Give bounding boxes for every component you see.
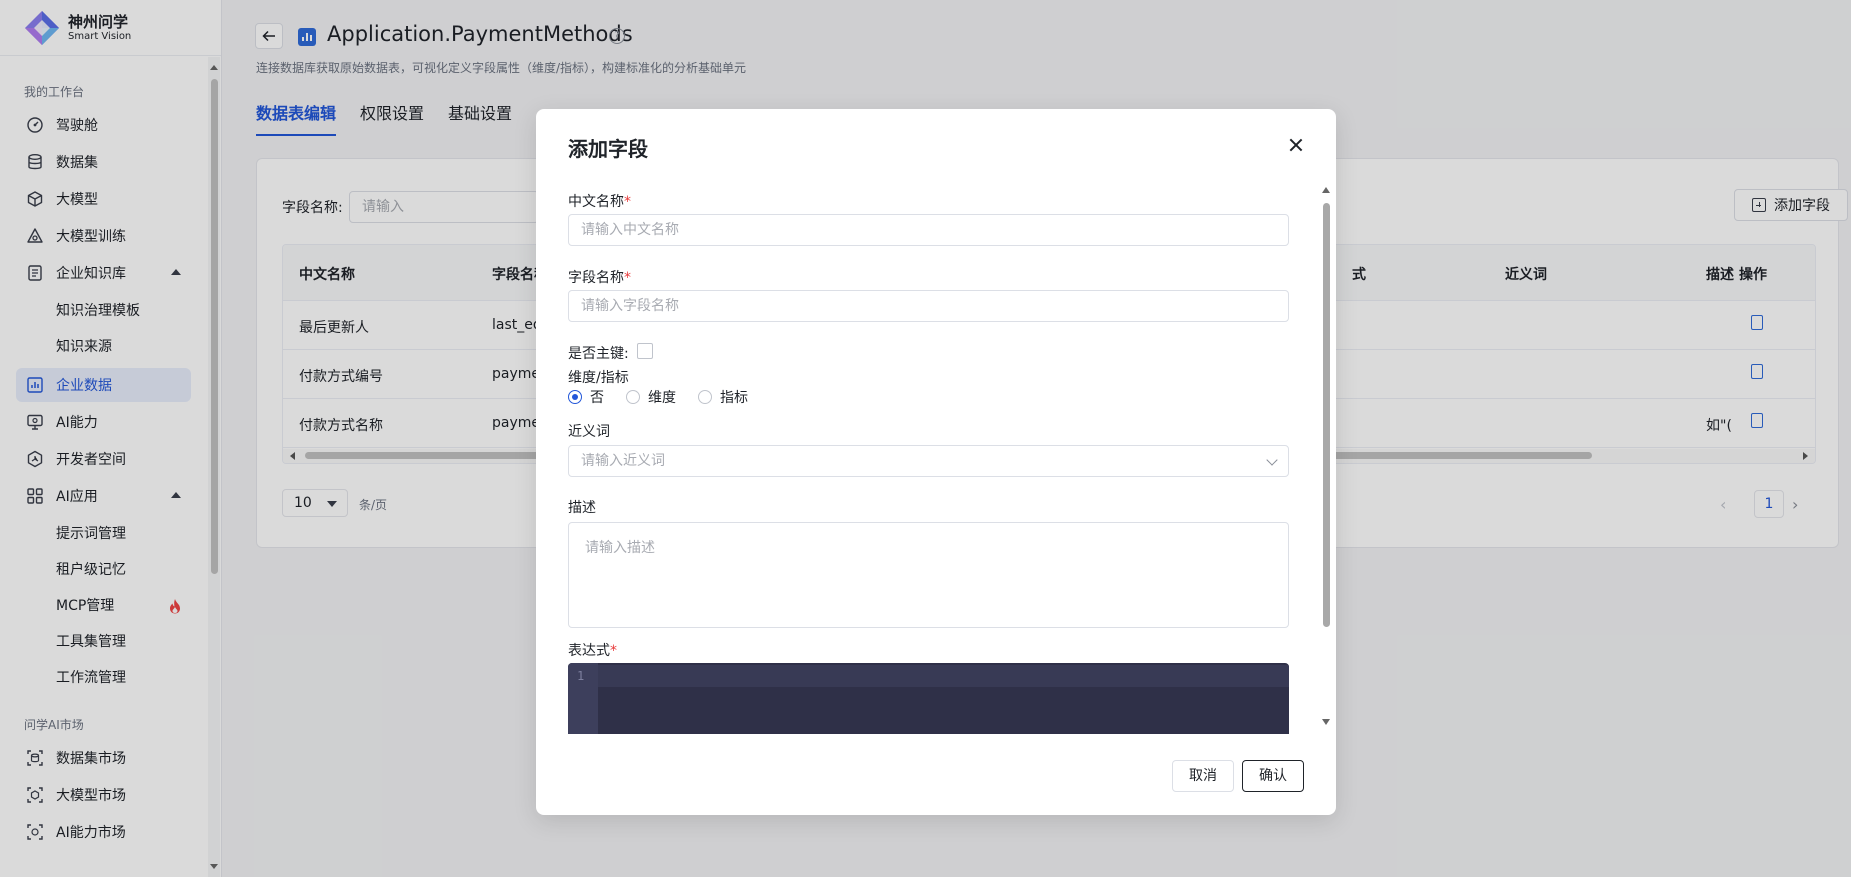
- cancel-button[interactable]: 取消: [1172, 760, 1234, 792]
- radio-dimension[interactable]: [626, 390, 640, 404]
- editor-line-number: 1: [577, 669, 585, 683]
- expression-label-text: 表达式: [568, 643, 610, 659]
- required-mark: *: [624, 194, 631, 210]
- primary-key-checkbox[interactable]: [637, 343, 653, 359]
- add-field-dialog: 添加字段 中文名称* 字段名称* 是否主键: 维度/指标 否 维度 指标 近义词…: [536, 109, 1336, 815]
- field-name-input[interactable]: [568, 290, 1289, 322]
- description-textarea[interactable]: [568, 522, 1289, 628]
- radio-no[interactable]: [568, 390, 582, 404]
- required-mark: *: [624, 270, 631, 286]
- synonym-label: 近义词: [568, 424, 610, 440]
- confirm-button[interactable]: 确认: [1242, 760, 1304, 792]
- synonym-placeholder: 请输入近义词: [581, 453, 665, 469]
- radio-metric-label[interactable]: 指标: [720, 387, 748, 407]
- radio-metric[interactable]: [698, 390, 712, 404]
- cn-name-input[interactable]: [568, 214, 1289, 246]
- dim-metric-radio-group: 否 维度 指标: [568, 387, 770, 407]
- radio-no-label[interactable]: 否: [590, 387, 604, 407]
- cn-name-label: 中文名称*: [568, 191, 631, 211]
- dialog-form: 中文名称* 字段名称* 是否主键: 维度/指标 否 维度 指标 近义词 请输入近…: [568, 179, 1290, 734]
- dim-metric-label: 维度/指标: [568, 370, 629, 386]
- scrollbar-thumb[interactable]: [1323, 203, 1330, 627]
- primary-key-label: 是否主键:: [568, 346, 629, 362]
- scroll-up-arrow-icon[interactable]: [1322, 187, 1330, 193]
- description-label: 描述: [568, 500, 596, 516]
- close-icon[interactable]: [1286, 135, 1306, 155]
- synonym-select[interactable]: 请输入近义词: [568, 445, 1289, 477]
- editor-active-line[interactable]: [598, 665, 1289, 687]
- scroll-down-arrow-icon[interactable]: [1322, 719, 1330, 725]
- chevron-down-icon: [1266, 454, 1278, 466]
- dialog-title: 添加字段: [568, 137, 648, 161]
- radio-dimension-label[interactable]: 维度: [648, 387, 676, 407]
- field-name-label-text: 字段名称: [568, 270, 624, 286]
- dialog-scrollbar[interactable]: [1322, 185, 1332, 727]
- expression-code-editor[interactable]: 1: [568, 663, 1289, 734]
- cn-name-label-text: 中文名称: [568, 194, 624, 210]
- expression-label: 表达式*: [568, 640, 617, 660]
- field-name-label: 字段名称*: [568, 267, 631, 287]
- required-mark: *: [610, 643, 617, 659]
